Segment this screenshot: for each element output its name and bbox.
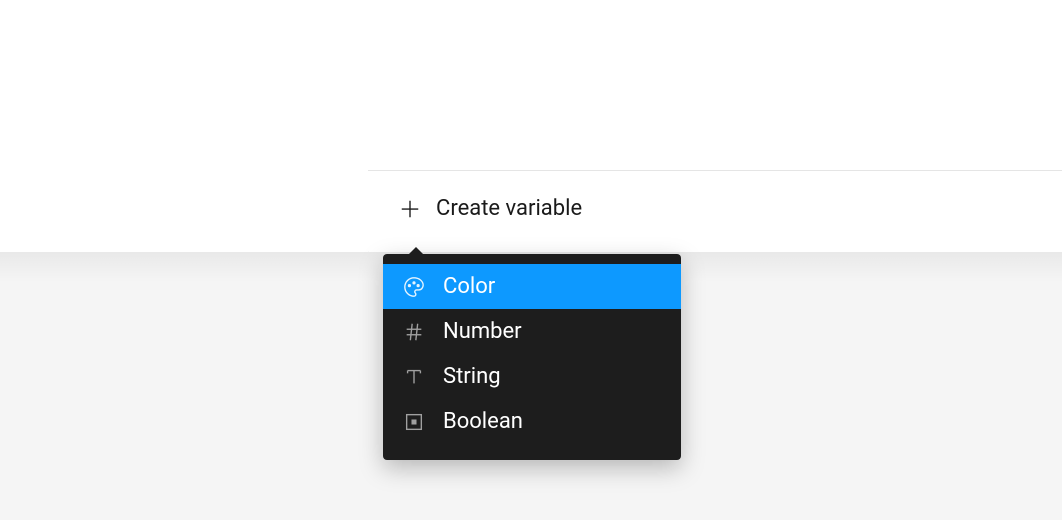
menu-item-label: Boolean — [443, 409, 523, 434]
square-dot-icon — [403, 411, 425, 433]
hash-icon — [403, 321, 425, 343]
menu-item-number[interactable]: Number — [383, 309, 681, 354]
create-variable-button[interactable]: Create variable — [398, 196, 582, 221]
sidebar-panel — [0, 0, 368, 252]
palette-icon — [403, 276, 425, 298]
menu-item-color[interactable]: Color — [383, 264, 681, 309]
panel-divider — [368, 170, 1062, 171]
text-icon — [403, 366, 425, 388]
plus-icon — [398, 197, 422, 221]
menu-item-string[interactable]: String — [383, 354, 681, 399]
variable-type-menu: Color Number String — [383, 254, 681, 460]
menu-item-label: Number — [443, 319, 522, 344]
create-variable-label: Create variable — [436, 196, 582, 221]
menu-item-boolean[interactable]: Boolean — [383, 399, 681, 444]
menu-item-label: String — [443, 364, 501, 389]
menu-arrow — [408, 247, 424, 255]
menu-item-label: Color — [443, 274, 495, 299]
